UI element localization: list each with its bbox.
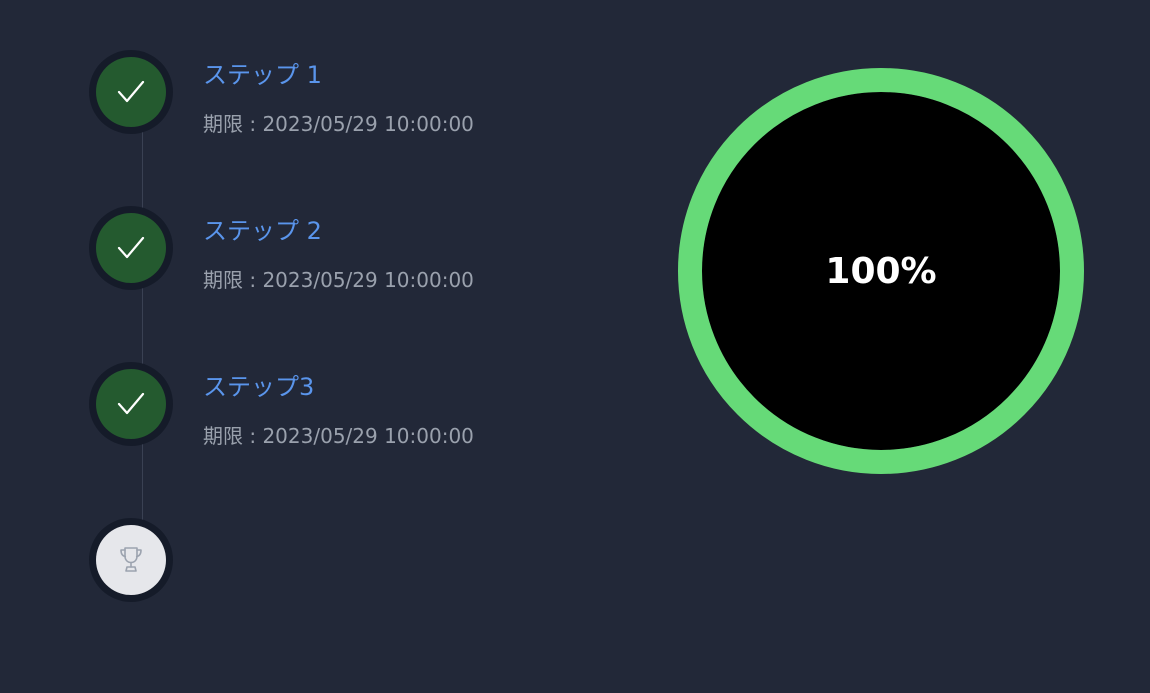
step-2-deadline: 期限 : 2023/05/29 10:00:00 [203, 268, 474, 292]
check-icon [117, 392, 145, 415]
check-icon [117, 236, 145, 259]
step-1-deadline: 期限 : 2023/05/29 10:00:00 [203, 112, 474, 136]
progress-percentage: 100% [825, 250, 937, 292]
step-2-title-link[interactable]: ステップ 2 [203, 216, 322, 246]
step-1-title-link[interactable]: ステップ 1 [203, 60, 322, 90]
timeline-connector [142, 92, 143, 560]
step-3-title-link[interactable]: ステップ3 [203, 372, 314, 402]
step-3-deadline: 期限 : 2023/05/29 10:00:00 [203, 424, 474, 448]
step-timeline: ステップ 1 期限 : 2023/05/29 10:00:00 ステップ 2 期… [0, 0, 640, 693]
step-2-status-node [89, 206, 173, 290]
goal-node [89, 518, 173, 602]
progress-gauge: 100% [677, 67, 1085, 475]
trophy-icon [120, 547, 142, 572]
step-1-status-node [89, 50, 173, 134]
step-3-status-node [89, 362, 173, 446]
check-icon [117, 80, 145, 103]
